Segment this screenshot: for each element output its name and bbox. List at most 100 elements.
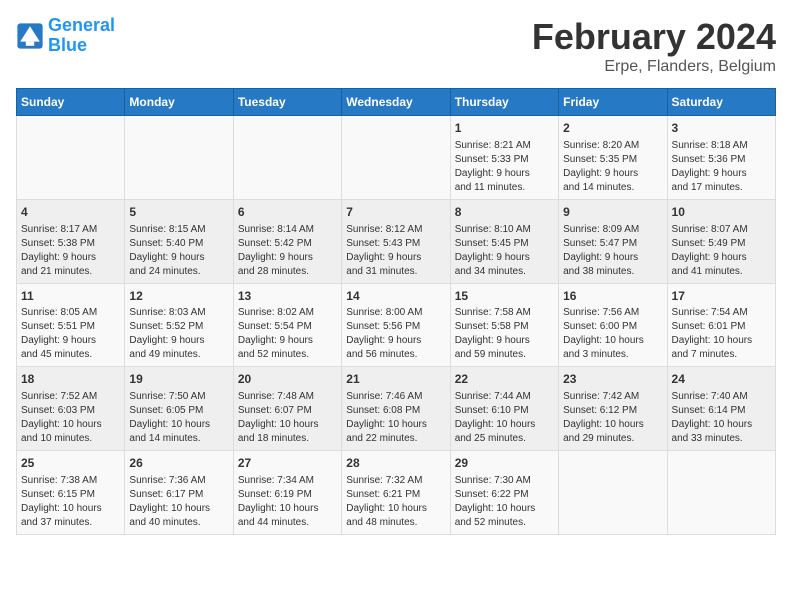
day-number: 13 — [238, 288, 337, 305]
main-title: February 2024 — [532, 16, 776, 58]
day-info: Sunrise: 8:21 AM Sunset: 5:33 PM Dayligh… — [455, 139, 554, 195]
day-number: 5 — [129, 204, 228, 221]
logo-text: General Blue — [48, 16, 115, 56]
day-info: Sunrise: 8:12 AM Sunset: 5:43 PM Dayligh… — [346, 223, 445, 279]
week-row-3: 11Sunrise: 8:05 AM Sunset: 5:51 PM Dayli… — [17, 283, 776, 367]
day-info: Sunrise: 7:52 AM Sunset: 6:03 PM Dayligh… — [21, 390, 120, 446]
day-info: Sunrise: 7:30 AM Sunset: 6:22 PM Dayligh… — [455, 474, 554, 530]
calendar-cell — [233, 116, 341, 200]
day-info: Sunrise: 7:36 AM Sunset: 6:17 PM Dayligh… — [129, 474, 228, 530]
day-number: 3 — [672, 120, 771, 137]
day-info: Sunrise: 8:18 AM Sunset: 5:36 PM Dayligh… — [672, 139, 771, 195]
day-number: 25 — [21, 455, 120, 472]
calendar-table: SundayMondayTuesdayWednesdayThursdayFrid… — [16, 88, 776, 535]
day-info: Sunrise: 8:05 AM Sunset: 5:51 PM Dayligh… — [21, 306, 120, 362]
week-row-1: 1 Sunrise: 8:21 AM Sunset: 5:33 PM Daylig… — [17, 116, 776, 200]
day-info: Sunrise: 7:58 AM Sunset: 5:58 PM Dayligh… — [455, 306, 554, 362]
calendar-cell: 13Sunrise: 8:02 AM Sunset: 5:54 PM Dayli… — [233, 283, 341, 367]
column-header-monday: Monday — [125, 89, 233, 116]
day-number: 14 — [346, 288, 445, 305]
calendar-cell: 2Sunrise: 8:20 AM Sunset: 5:35 PM Daylig… — [559, 116, 667, 200]
calendar-cell: 4 Sunrise: 8:17 AM Sunset: 5:38 PM Daylig… — [17, 199, 125, 283]
week-row-4: 18 Sunrise: 7:52 AM Sunset: 6:03 PM Dayli… — [17, 367, 776, 451]
day-info: Sunrise: 8:17 AM Sunset: 5:38 PM Dayligh… — [21, 223, 120, 279]
day-number: 19 — [129, 371, 228, 388]
week-row-2: 4 Sunrise: 8:17 AM Sunset: 5:38 PM Daylig… — [17, 199, 776, 283]
calendar-cell: 8 Sunrise: 8:10 AM Sunset: 5:45 PM Daylig… — [450, 199, 558, 283]
day-info: Sunrise: 8:20 AM Sunset: 5:35 PM Dayligh… — [563, 139, 662, 195]
week-row-5: 25 Sunrise: 7:38 AM Sunset: 6:15 PM Dayli… — [17, 451, 776, 535]
calendar-cell — [667, 451, 775, 535]
column-header-thursday: Thursday — [450, 89, 558, 116]
day-info: Sunrise: 7:42 AM Sunset: 6:12 PM Dayligh… — [563, 390, 662, 446]
calendar-cell: 12Sunrise: 8:03 AM Sunset: 5:52 PM Dayli… — [125, 283, 233, 367]
calendar-cell: 1 Sunrise: 8:21 AM Sunset: 5:33 PM Daylig… — [450, 116, 558, 200]
calendar-cell: 5 Sunrise: 8:15 AM Sunset: 5:40 PM Daylig… — [125, 199, 233, 283]
calendar-cell: 3 Sunrise: 8:18 AM Sunset: 5:36 PM Daylig… — [667, 116, 775, 200]
calendar-cell: 6 Sunrise: 8:14 AM Sunset: 5:42 PM Daylig… — [233, 199, 341, 283]
day-info: Sunrise: 8:14 AM Sunset: 5:42 PM Dayligh… — [238, 223, 337, 279]
calendar-cell: 23 Sunrise: 7:42 AM Sunset: 6:12 PM Dayli… — [559, 367, 667, 451]
day-info: Sunrise: 7:54 AM Sunset: 6:01 PM Dayligh… — [672, 306, 771, 362]
day-info: Sunrise: 7:56 AM Sunset: 6:00 PM Dayligh… — [563, 306, 662, 362]
day-number: 6 — [238, 204, 337, 221]
day-info: Sunrise: 8:00 AM Sunset: 5:56 PM Dayligh… — [346, 306, 445, 362]
calendar-cell: 9 Sunrise: 8:09 AM Sunset: 5:47 PM Daylig… — [559, 199, 667, 283]
day-number: 16 — [563, 288, 662, 305]
day-number: 7 — [346, 204, 445, 221]
calendar-cell: 26 Sunrise: 7:36 AM Sunset: 6:17 PM Dayli… — [125, 451, 233, 535]
day-number: 28 — [346, 455, 445, 472]
day-info: Sunrise: 7:38 AM Sunset: 6:15 PM Dayligh… — [21, 474, 120, 530]
day-info: Sunrise: 8:07 AM Sunset: 5:49 PM Dayligh… — [672, 223, 771, 279]
day-info: Sunrise: 8:15 AM Sunset: 5:40 PM Dayligh… — [129, 223, 228, 279]
calendar-cell: 20 Sunrise: 7:48 AM Sunset: 6:07 PM Dayli… — [233, 367, 341, 451]
day-number: 18 — [21, 371, 120, 388]
day-number: 20 — [238, 371, 337, 388]
day-number: 1 — [455, 120, 554, 137]
day-number: 9 — [563, 204, 662, 221]
day-info: Sunrise: 7:50 AM Sunset: 6:05 PM Dayligh… — [129, 390, 228, 446]
day-info: Sunrise: 8:10 AM Sunset: 5:45 PM Dayligh… — [455, 223, 554, 279]
day-number: 17 — [672, 288, 771, 305]
calendar-cell: 10 Sunrise: 8:07 AM Sunset: 5:49 PM Dayli… — [667, 199, 775, 283]
calendar-cell: 15Sunrise: 7:58 AM Sunset: 5:58 PM Dayli… — [450, 283, 558, 367]
calendar-cell: 25 Sunrise: 7:38 AM Sunset: 6:15 PM Dayli… — [17, 451, 125, 535]
calendar-cell — [559, 451, 667, 535]
calendar-header-row: SundayMondayTuesdayWednesdayThursdayFrid… — [17, 89, 776, 116]
calendar-cell — [342, 116, 450, 200]
calendar-cell: 11Sunrise: 8:05 AM Sunset: 5:51 PM Dayli… — [17, 283, 125, 367]
column-header-friday: Friday — [559, 89, 667, 116]
column-header-wednesday: Wednesday — [342, 89, 450, 116]
day-number: 10 — [672, 204, 771, 221]
header: General Blue February 2024 Erpe, Flander… — [16, 16, 776, 76]
day-number: 4 — [21, 204, 120, 221]
calendar-cell: 28Sunrise: 7:32 AM Sunset: 6:21 PM Dayli… — [342, 451, 450, 535]
calendar-cell: 22Sunrise: 7:44 AM Sunset: 6:10 PM Dayli… — [450, 367, 558, 451]
day-number: 27 — [238, 455, 337, 472]
column-header-tuesday: Tuesday — [233, 89, 341, 116]
day-info: Sunrise: 7:40 AM Sunset: 6:14 PM Dayligh… — [672, 390, 771, 446]
day-info: Sunrise: 8:02 AM Sunset: 5:54 PM Dayligh… — [238, 306, 337, 362]
day-info: Sunrise: 8:09 AM Sunset: 5:47 PM Dayligh… — [563, 223, 662, 279]
day-number: 8 — [455, 204, 554, 221]
day-number: 24 — [672, 371, 771, 388]
day-number: 11 — [21, 288, 120, 305]
calendar-cell: 18 Sunrise: 7:52 AM Sunset: 6:03 PM Dayli… — [17, 367, 125, 451]
calendar-cell: 7 Sunrise: 8:12 AM Sunset: 5:43 PM Daylig… — [342, 199, 450, 283]
day-info: Sunrise: 7:48 AM Sunset: 6:07 PM Dayligh… — [238, 390, 337, 446]
subtitle: Erpe, Flanders, Belgium — [532, 58, 776, 76]
calendar-cell: 24 Sunrise: 7:40 AM Sunset: 6:14 PM Dayli… — [667, 367, 775, 451]
day-info: Sunrise: 7:34 AM Sunset: 6:19 PM Dayligh… — [238, 474, 337, 530]
calendar-cell: 21Sunrise: 7:46 AM Sunset: 6:08 PM Dayli… — [342, 367, 450, 451]
logo-icon — [16, 22, 44, 50]
calendar-cell: 17Sunrise: 7:54 AM Sunset: 6:01 PM Dayli… — [667, 283, 775, 367]
day-number: 12 — [129, 288, 228, 305]
day-number: 26 — [129, 455, 228, 472]
calendar-cell — [125, 116, 233, 200]
calendar-cell: 16Sunrise: 7:56 AM Sunset: 6:00 PM Dayli… — [559, 283, 667, 367]
column-header-sunday: Sunday — [17, 89, 125, 116]
title-section: February 2024 Erpe, Flanders, Belgium — [532, 16, 776, 76]
calendar-cell: 19 Sunrise: 7:50 AM Sunset: 6:05 PM Dayli… — [125, 367, 233, 451]
day-number: 23 — [563, 371, 662, 388]
calendar-cell: 29Sunrise: 7:30 AM Sunset: 6:22 PM Dayli… — [450, 451, 558, 535]
